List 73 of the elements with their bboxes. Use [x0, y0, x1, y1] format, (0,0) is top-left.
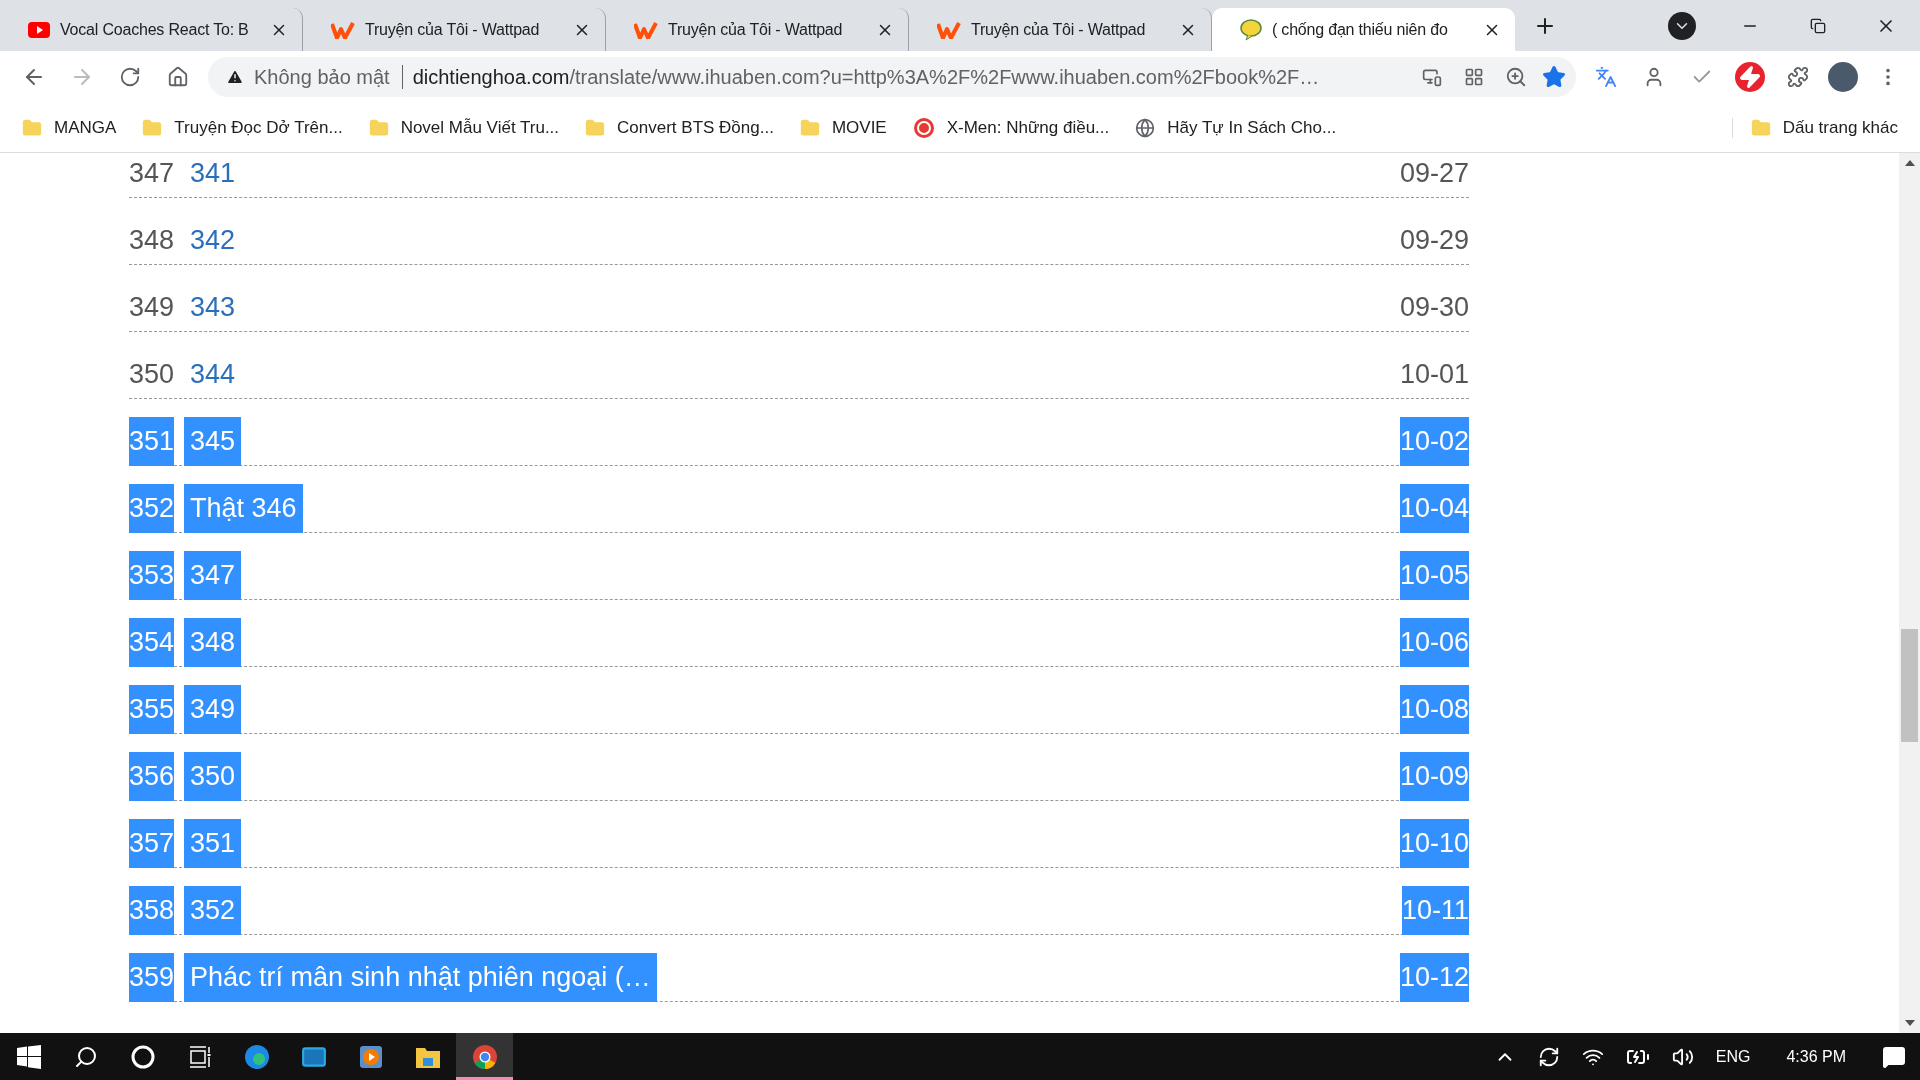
folder-icon: [368, 117, 389, 138]
bookmark-item[interactable]: MOVIE: [799, 117, 887, 138]
speech-bubble-icon: [1240, 18, 1262, 41]
chapter-number: 358: [129, 886, 175, 935]
task-view-icon: [187, 1044, 212, 1069]
sync-icon[interactable]: [1537, 1045, 1560, 1068]
browser-tab[interactable]: ( chống đạn thiếu niên đo: [1212, 8, 1515, 51]
chapter-date: 09-30: [1399, 291, 1469, 324]
chapter-number: 352: [129, 484, 175, 533]
windows-logo-icon: [16, 1044, 41, 1069]
chapter-date: 10-11: [1401, 886, 1469, 935]
folder-icon: [22, 117, 42, 138]
folder-icon: [1750, 117, 1771, 138]
chapter-number: 354: [129, 618, 175, 667]
bookmark-item[interactable]: Hãy Tự In Sách Cho...: [1135, 117, 1337, 138]
reload-icon[interactable]: [119, 66, 141, 88]
chapter-number: 347: [129, 157, 175, 190]
chapter-date: 09-27: [1399, 157, 1469, 190]
chapter-date: 10-05: [1399, 551, 1469, 600]
chapter-date: 10-06: [1399, 618, 1469, 667]
chapter-number: 355: [129, 685, 175, 734]
chapter-number: 348: [129, 224, 175, 257]
folder-icon: [799, 117, 820, 138]
chapter-number: 359: [129, 953, 175, 1002]
chapter-number: 351: [129, 417, 175, 466]
bookmark-item[interactable]: MANGA: [22, 117, 117, 138]
chapter-link[interactable]: 344: [184, 350, 242, 399]
w-logo-icon: [634, 20, 658, 39]
language-indicator[interactable]: ENG: [1715, 1047, 1751, 1066]
ring-icon: [130, 1044, 155, 1069]
chapter-number: 356: [129, 752, 175, 801]
chapter-date: 10-02: [1399, 417, 1469, 466]
restore-icon[interactable]: [1810, 17, 1826, 34]
search-icon[interactable]: [73, 1044, 98, 1069]
chapter-date: 10-12: [1399, 953, 1469, 1002]
scrollbar[interactable]: [1899, 153, 1920, 1033]
bookmark-item[interactable]: Truyện Đọc Dở Trên...: [142, 117, 343, 138]
w-logo-icon: [937, 20, 961, 39]
folder-icon: [142, 117, 163, 138]
folder-icon: [585, 117, 606, 138]
chapter-date: 10-01: [1399, 358, 1469, 391]
bookmark-item[interactable]: Novel Mẫu Viết Tru...: [368, 117, 560, 138]
tab-search-button[interactable]: [1668, 11, 1696, 40]
play-icon: [28, 21, 50, 38]
clock[interactable]: 4:36 PM: [1786, 1047, 1846, 1066]
chapter-date: 09-29: [1399, 224, 1469, 257]
site-logo-icon: [912, 116, 935, 139]
chapter-number: 357: [129, 819, 175, 868]
address-bar[interactable]: Không bảo mật dichtienghoa.com/translate/www.ihuaben.com?u=http%3A%2F%2Fwww.ihuaben.com%2Fbook%2F…: [208, 57, 1576, 97]
profile-avatar[interactable]: [1828, 62, 1858, 92]
w-logo-icon: [331, 20, 355, 39]
notifications-icon[interactable]: [1882, 1044, 1906, 1069]
chapter-link[interactable]: 341: [184, 153, 242, 198]
bookmark-folder[interactable]: Dấu trang khác: [1731, 117, 1898, 138]
warning-icon: [226, 68, 244, 86]
chapter-date: 10-10: [1399, 819, 1469, 868]
chapter-number: 353: [129, 551, 175, 600]
scrollbar-thumb[interactable]: [1901, 629, 1918, 743]
chapter-date: 10-09: [1399, 752, 1469, 801]
bookmark-item[interactable]: X-Men: Những điều...: [912, 116, 1110, 139]
home-icon[interactable]: [167, 66, 189, 88]
taskbar-app[interactable]: [456, 1033, 513, 1080]
chapter-date: 10-08: [1399, 685, 1469, 734]
chapter-link[interactable]: 343: [184, 283, 242, 332]
chrome-icon: [471, 1043, 498, 1070]
chapter-number: 349: [129, 291, 175, 324]
star-icon[interactable]: [1542, 65, 1566, 89]
bookmark-item[interactable]: Convert BTS Đồng...: [585, 117, 774, 138]
chapter-link[interactable]: 342: [184, 216, 242, 265]
chapter-number: 350: [129, 358, 175, 391]
chapter-date: 10-04: [1399, 484, 1469, 533]
globe-icon: [1135, 117, 1156, 138]
media-player-icon: [357, 1043, 384, 1070]
